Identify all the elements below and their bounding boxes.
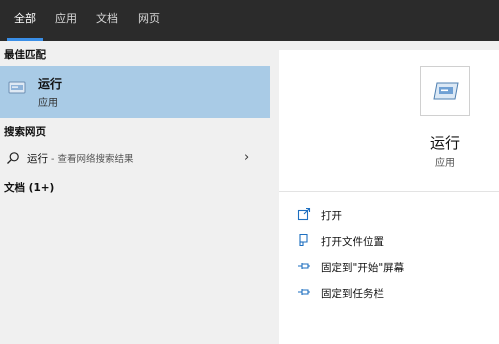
web-search-query: 运行 [27,153,48,165]
tab-apps[interactable]: 应用 [50,0,82,41]
best-match-heading: 最佳匹配 [4,49,46,61]
chevron-right-icon[interactable]: › [244,150,249,165]
open-icon [297,207,311,221]
web-search-suffix: - 查看网络搜索结果 [48,154,134,165]
pin-taskbar-icon [298,289,310,295]
action-pin-to-start-label: 固定到"开始"屏幕 [321,262,405,274]
tab-documents[interactable]: 文档 [91,0,123,41]
preview-app-icon-box [420,66,470,116]
preview-divider [279,191,499,192]
action-open-label: 打开 [321,210,342,222]
tab-documents-label: 文档 [96,12,118,25]
action-pin-to-start[interactable]: 固定到"开始"屏幕 [297,257,487,277]
action-open-file-location[interactable]: 打开文件位置 [297,231,487,251]
best-match-subtitle: 应用 [38,98,58,109]
documents-heading[interactable]: 文档 (1+) [4,180,54,195]
web-search-result[interactable]: 运行 - 查看网络搜索结果 › [0,144,270,172]
web-search-text: 运行 - 查看网络搜索结果 [27,151,133,166]
tab-web-label: 网页 [138,12,160,25]
file-location-icon [299,233,308,247]
best-match-title: 运行 [38,77,63,91]
tab-web[interactable]: 网页 [133,0,165,41]
results-pane: 最佳匹配 运行 应用 搜索网页 运行 - 查看网络搜索结果 › 文档 (1+) [0,41,270,344]
pin-start-icon [298,263,310,269]
tab-apps-label: 应用 [55,12,77,25]
tab-all[interactable]: 全部 [7,0,43,41]
preview-pane: 运行 应用 打开 打开文件位置 固定到"开始"屏幕 固定到任务栏 [279,50,499,344]
best-match-result[interactable]: 运行 应用 [0,66,270,118]
run-app-icon [8,81,26,94]
tab-all-label: 全部 [14,12,36,25]
preview-app-name: 运行 [429,134,460,152]
action-open[interactable]: 打开 [297,205,487,225]
search-filter-tabs: 全部 应用 文档 网页 [0,0,499,41]
run-app-icon [433,82,459,100]
web-search-heading: 搜索网页 [4,126,46,138]
search-icon [7,152,19,164]
action-pin-to-taskbar[interactable]: 固定到任务栏 [297,283,487,303]
preview-app-type: 应用 [435,158,455,169]
action-open-file-location-label: 打开文件位置 [321,236,384,248]
action-pin-to-taskbar-label: 固定到任务栏 [321,288,384,300]
